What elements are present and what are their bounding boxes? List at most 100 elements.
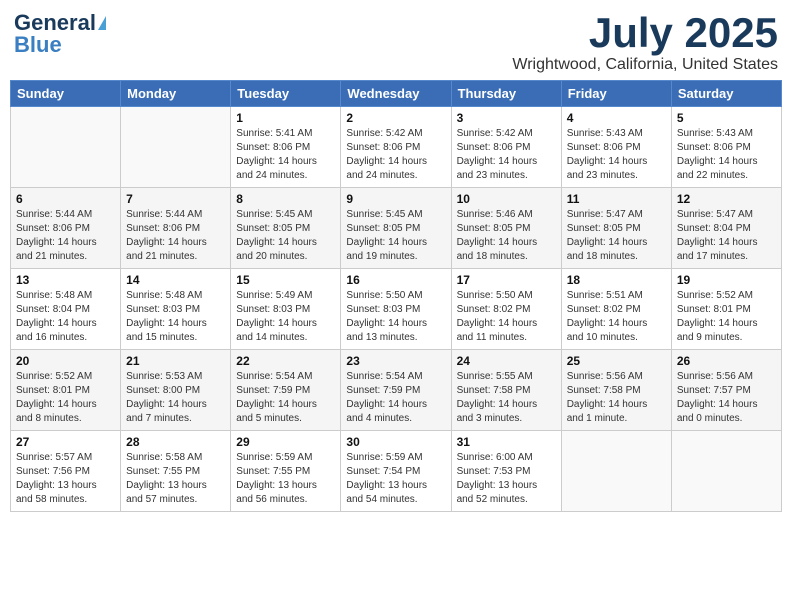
calendar-cell: 17 Sunrise: 5:50 AMSunset: 8:02 PMDayligh… bbox=[451, 269, 561, 350]
day-info: Sunrise: 5:47 AMSunset: 8:04 PMDaylight:… bbox=[677, 208, 776, 264]
day-number: 1 bbox=[236, 111, 335, 125]
calendar-cell: 21 Sunrise: 5:53 AMSunset: 8:00 PMDayligh… bbox=[121, 350, 231, 431]
day-info: Sunrise: 5:51 AMSunset: 8:02 PMDaylight:… bbox=[567, 289, 666, 345]
page-header: General Blue July 2025 Wrightwood, Calif… bbox=[10, 10, 782, 74]
day-number: 30 bbox=[346, 435, 445, 449]
calendar-cell: 29 Sunrise: 5:59 AMSunset: 7:55 PMDayligh… bbox=[231, 431, 341, 512]
calendar-cell: 28Sunrise: 5:58 AMSunset: 7:55 PMDayligh… bbox=[121, 431, 231, 512]
day-number: 8 bbox=[236, 192, 335, 206]
calendar-cell: 18Sunrise: 5:51 AMSunset: 8:02 PMDayligh… bbox=[561, 269, 671, 350]
day-info: Sunrise: 5:45 AMSunset: 8:05 PMDaylight:… bbox=[346, 208, 445, 264]
day-number: 2 bbox=[346, 111, 445, 125]
day-info: Sunrise: 6:00 AMSunset: 7:53 PMDaylight:… bbox=[457, 451, 556, 507]
day-info: Sunrise: 5:50 AMSunset: 8:03 PMDaylight:… bbox=[346, 289, 445, 345]
day-info: Sunrise: 5:59 AMSunset: 7:54 PMDaylight:… bbox=[346, 451, 445, 507]
calendar-cell: 2 Sunrise: 5:42 AMSunset: 8:06 PMDaylight… bbox=[341, 107, 451, 188]
day-info: Sunrise: 5:58 AMSunset: 7:55 PMDaylight:… bbox=[126, 451, 225, 507]
day-info: Sunrise: 5:54 AMSunset: 7:59 PMDaylight:… bbox=[236, 370, 335, 426]
week-row-4: 20 Sunrise: 5:52 AMSunset: 8:01 PMDayligh… bbox=[11, 350, 782, 431]
calendar-cell: 16 Sunrise: 5:50 AMSunset: 8:03 PMDayligh… bbox=[341, 269, 451, 350]
day-info: Sunrise: 5:54 AMSunset: 7:59 PMDaylight:… bbox=[346, 370, 445, 426]
calendar-cell: 13 Sunrise: 5:48 AMSunset: 8:04 PMDayligh… bbox=[11, 269, 121, 350]
day-number: 22 bbox=[236, 354, 335, 368]
calendar-cell: 26 Sunrise: 5:56 AMSunset: 7:57 PMDayligh… bbox=[671, 350, 781, 431]
day-info: Sunrise: 5:48 AMSunset: 8:04 PMDaylight:… bbox=[16, 289, 115, 345]
day-number: 23 bbox=[346, 354, 445, 368]
day-number: 25 bbox=[567, 354, 666, 368]
day-info: Sunrise: 5:53 AMSunset: 8:00 PMDaylight:… bbox=[126, 370, 225, 426]
calendar-cell bbox=[121, 107, 231, 188]
calendar-cell: 30 Sunrise: 5:59 AMSunset: 7:54 PMDayligh… bbox=[341, 431, 451, 512]
day-number: 13 bbox=[16, 273, 115, 287]
weekday-header-tuesday: Tuesday bbox=[231, 81, 341, 107]
day-info: Sunrise: 5:52 AMSunset: 8:01 PMDaylight:… bbox=[677, 289, 776, 345]
week-row-2: 6 Sunrise: 5:44 AMSunset: 8:06 PMDaylight… bbox=[11, 188, 782, 269]
weekday-header-row: SundayMondayTuesdayWednesdayThursdayFrid… bbox=[11, 81, 782, 107]
calendar-cell: 4 Sunrise: 5:43 AMSunset: 8:06 PMDaylight… bbox=[561, 107, 671, 188]
day-number: 7 bbox=[126, 192, 225, 206]
calendar-cell: 14 Sunrise: 5:48 AMSunset: 8:03 PMDayligh… bbox=[121, 269, 231, 350]
calendar-cell: 15Sunrise: 5:49 AMSunset: 8:03 PMDayligh… bbox=[231, 269, 341, 350]
calendar-cell: 31 Sunrise: 6:00 AMSunset: 7:53 PMDayligh… bbox=[451, 431, 561, 512]
calendar-cell: 11Sunrise: 5:47 AMSunset: 8:05 PMDayligh… bbox=[561, 188, 671, 269]
day-info: Sunrise: 5:48 AMSunset: 8:03 PMDaylight:… bbox=[126, 289, 225, 345]
day-info: Sunrise: 5:50 AMSunset: 8:02 PMDaylight:… bbox=[457, 289, 556, 345]
day-info: Sunrise: 5:56 AMSunset: 7:58 PMDaylight:… bbox=[567, 370, 666, 426]
day-info: Sunrise: 5:43 AMSunset: 8:06 PMDaylight:… bbox=[677, 127, 776, 183]
week-row-5: 27Sunrise: 5:57 AMSunset: 7:56 PMDayligh… bbox=[11, 431, 782, 512]
day-number: 3 bbox=[457, 111, 556, 125]
calendar-cell: 25 Sunrise: 5:56 AMSunset: 7:58 PMDayligh… bbox=[561, 350, 671, 431]
calendar-body: 1 Sunrise: 5:41 AMSunset: 8:06 PMDaylight… bbox=[11, 107, 782, 512]
calendar-table: SundayMondayTuesdayWednesdayThursdayFrid… bbox=[10, 80, 782, 512]
day-info: Sunrise: 5:56 AMSunset: 7:57 PMDaylight:… bbox=[677, 370, 776, 426]
day-number: 20 bbox=[16, 354, 115, 368]
calendar-cell: 22 Sunrise: 5:54 AMSunset: 7:59 PMDayligh… bbox=[231, 350, 341, 431]
logo-triangle-icon bbox=[98, 16, 106, 30]
day-number: 16 bbox=[346, 273, 445, 287]
calendar-cell: 20 Sunrise: 5:52 AMSunset: 8:01 PMDayligh… bbox=[11, 350, 121, 431]
calendar-cell: 19Sunrise: 5:52 AMSunset: 8:01 PMDayligh… bbox=[671, 269, 781, 350]
weekday-header-wednesday: Wednesday bbox=[341, 81, 451, 107]
day-info: Sunrise: 5:43 AMSunset: 8:06 PMDaylight:… bbox=[567, 127, 666, 183]
calendar-cell bbox=[11, 107, 121, 188]
day-info: Sunrise: 5:55 AMSunset: 7:58 PMDaylight:… bbox=[457, 370, 556, 426]
day-number: 31 bbox=[457, 435, 556, 449]
week-row-1: 1 Sunrise: 5:41 AMSunset: 8:06 PMDaylight… bbox=[11, 107, 782, 188]
day-number: 5 bbox=[677, 111, 776, 125]
weekday-header-monday: Monday bbox=[121, 81, 231, 107]
week-row-3: 13 Sunrise: 5:48 AMSunset: 8:04 PMDayligh… bbox=[11, 269, 782, 350]
calendar-cell: 8 Sunrise: 5:45 AMSunset: 8:05 PMDaylight… bbox=[231, 188, 341, 269]
calendar-cell: 12Sunrise: 5:47 AMSunset: 8:04 PMDayligh… bbox=[671, 188, 781, 269]
day-number: 11 bbox=[567, 192, 666, 206]
day-number: 14 bbox=[126, 273, 225, 287]
day-info: Sunrise: 5:41 AMSunset: 8:06 PMDaylight:… bbox=[236, 127, 335, 183]
day-number: 21 bbox=[126, 354, 225, 368]
calendar-cell: 24Sunrise: 5:55 AMSunset: 7:58 PMDayligh… bbox=[451, 350, 561, 431]
day-info: Sunrise: 5:59 AMSunset: 7:55 PMDaylight:… bbox=[236, 451, 335, 507]
day-number: 6 bbox=[16, 192, 115, 206]
calendar-cell: 9Sunrise: 5:45 AMSunset: 8:05 PMDaylight… bbox=[341, 188, 451, 269]
day-info: Sunrise: 5:42 AMSunset: 8:06 PMDaylight:… bbox=[457, 127, 556, 183]
day-info: Sunrise: 5:42 AMSunset: 8:06 PMDaylight:… bbox=[346, 127, 445, 183]
day-info: Sunrise: 5:44 AMSunset: 8:06 PMDaylight:… bbox=[16, 208, 115, 264]
day-info: Sunrise: 5:45 AMSunset: 8:05 PMDaylight:… bbox=[236, 208, 335, 264]
title-block: July 2025 Wrightwood, California, United… bbox=[512, 10, 778, 74]
day-number: 4 bbox=[567, 111, 666, 125]
day-info: Sunrise: 5:52 AMSunset: 8:01 PMDaylight:… bbox=[16, 370, 115, 426]
calendar-cell: 23 Sunrise: 5:54 AMSunset: 7:59 PMDayligh… bbox=[341, 350, 451, 431]
day-number: 17 bbox=[457, 273, 556, 287]
weekday-header-friday: Friday bbox=[561, 81, 671, 107]
day-info: Sunrise: 5:44 AMSunset: 8:06 PMDaylight:… bbox=[126, 208, 225, 264]
calendar-cell bbox=[671, 431, 781, 512]
logo-text-blue: Blue bbox=[14, 32, 62, 58]
weekday-header-thursday: Thursday bbox=[451, 81, 561, 107]
day-number: 29 bbox=[236, 435, 335, 449]
calendar-cell: 7 Sunrise: 5:44 AMSunset: 8:06 PMDaylight… bbox=[121, 188, 231, 269]
calendar-cell: 5 Sunrise: 5:43 AMSunset: 8:06 PMDaylight… bbox=[671, 107, 781, 188]
day-info: Sunrise: 5:46 AMSunset: 8:05 PMDaylight:… bbox=[457, 208, 556, 264]
day-number: 26 bbox=[677, 354, 776, 368]
location: Wrightwood, California, United States bbox=[512, 56, 778, 74]
calendar-cell: 10Sunrise: 5:46 AMSunset: 8:05 PMDayligh… bbox=[451, 188, 561, 269]
day-info: Sunrise: 5:49 AMSunset: 8:03 PMDaylight:… bbox=[236, 289, 335, 345]
calendar-cell: 6 Sunrise: 5:44 AMSunset: 8:06 PMDaylight… bbox=[11, 188, 121, 269]
